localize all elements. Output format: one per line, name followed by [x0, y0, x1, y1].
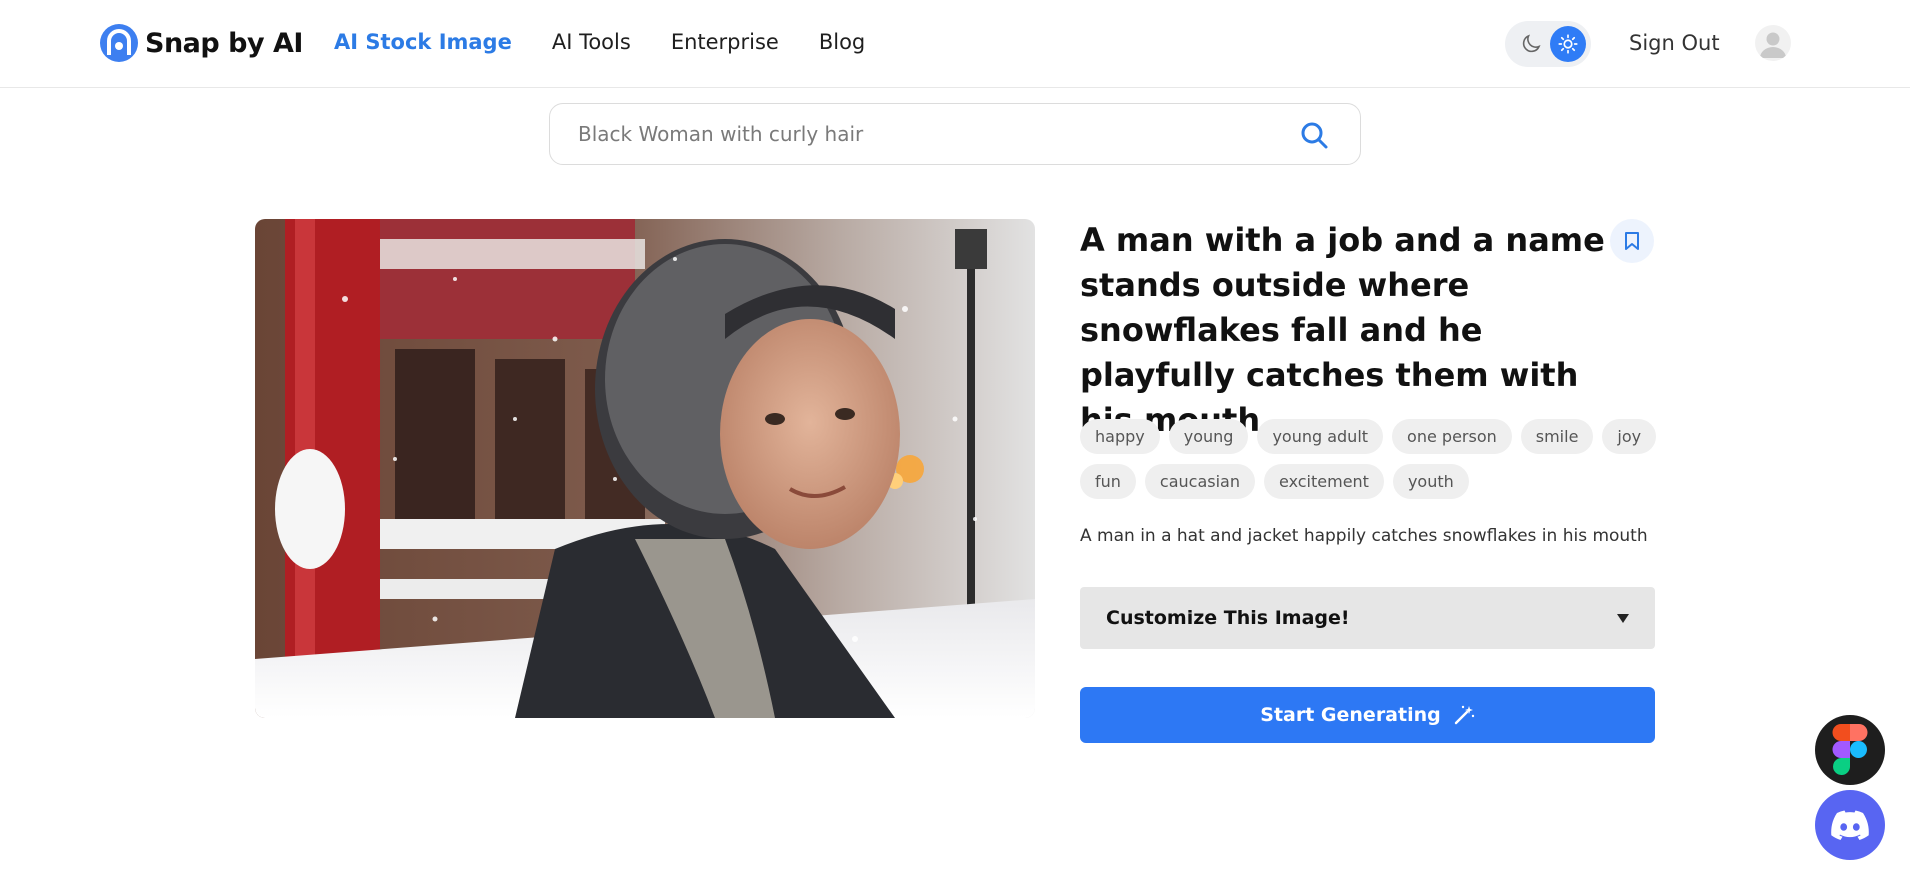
tag[interactable]: smile	[1520, 419, 1594, 454]
nav-enterprise[interactable]: Enterprise	[671, 30, 779, 54]
nav-ai-stock-image[interactable]: AI Stock Image	[334, 30, 512, 54]
search-icon[interactable]	[1299, 120, 1329, 150]
sun-icon[interactable]	[1550, 26, 1586, 62]
brand-name: Snap by AI	[145, 27, 303, 59]
tag[interactable]: excitement	[1264, 464, 1384, 499]
logo-icon	[100, 24, 138, 62]
tag[interactable]: young adult	[1257, 419, 1384, 454]
theme-toggle[interactable]	[1505, 21, 1591, 67]
moon-icon[interactable]	[1519, 32, 1543, 56]
tag[interactable]: joy	[1602, 419, 1657, 454]
tag[interactable]: youth	[1392, 464, 1469, 499]
start-generating-label: Start Generating	[1260, 704, 1441, 726]
figma-icon	[1832, 724, 1868, 775]
user-icon	[1760, 32, 1786, 58]
tag[interactable]: happy	[1080, 419, 1160, 454]
brand-logo[interactable]: Snap by AI	[99, 23, 303, 63]
main-nav: AI Stock Image AI Tools Enterprise Blog	[334, 30, 905, 54]
image-title: A man with a job and a name stands outsi…	[1080, 221, 1605, 439]
tag[interactable]: fun	[1080, 464, 1136, 499]
magic-wand-icon	[1454, 705, 1474, 725]
sign-out-link[interactable]: Sign Out	[1629, 31, 1720, 55]
stock-image-illustration	[255, 219, 1035, 718]
bookmark-button[interactable]	[1610, 219, 1654, 263]
customize-dropdown[interactable]: Customize This Image!	[1080, 587, 1655, 649]
figma-button[interactable]	[1815, 715, 1885, 785]
avatar[interactable]	[1755, 25, 1791, 61]
image-description: A man in a hat and jacket happily catche…	[1080, 526, 1648, 546]
stock-image[interactable]	[255, 219, 1035, 718]
discord-button[interactable]	[1815, 790, 1885, 860]
customize-label: Customize This Image!	[1106, 607, 1350, 629]
tag[interactable]: young	[1168, 419, 1249, 454]
nav-ai-tools[interactable]: AI Tools	[552, 30, 631, 54]
search-input[interactable]	[578, 119, 1278, 149]
tag[interactable]: caucasian	[1144, 464, 1255, 499]
nav-blog[interactable]: Blog	[819, 30, 865, 54]
start-generating-button[interactable]: Start Generating	[1080, 687, 1655, 743]
discord-icon	[1831, 810, 1869, 840]
bookmark-icon	[1625, 232, 1639, 250]
tag[interactable]: one person	[1392, 419, 1512, 454]
caret-down-icon	[1617, 614, 1629, 623]
search-bar	[549, 103, 1361, 165]
top-header: Snap by AI AI Stock Image AI Tools Enter…	[0, 0, 1910, 88]
tag-list: happy young young adult one person smile…	[1080, 419, 1660, 499]
